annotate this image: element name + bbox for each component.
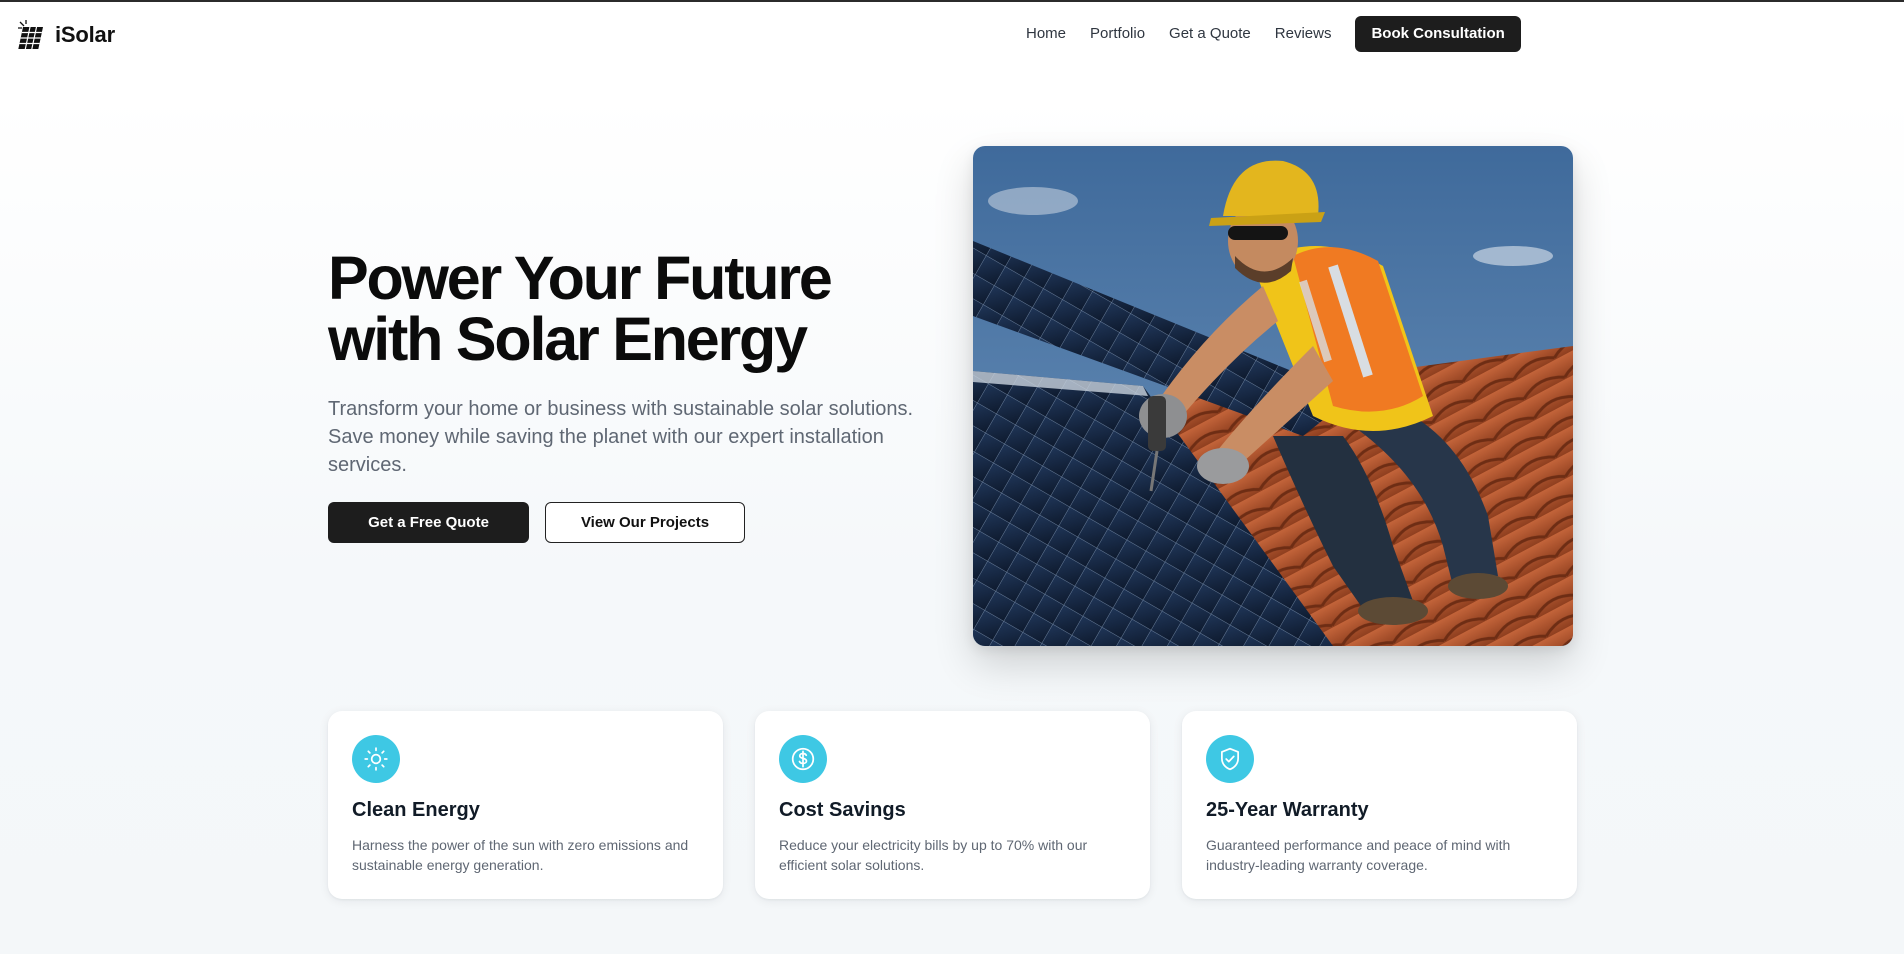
feature-text: Guaranteed performance and peace of mind… <box>1206 837 1511 873</box>
brand[interactable]: iSolar <box>17 19 115 51</box>
dollar-icon <box>779 735 827 783</box>
sun-icon <box>352 735 400 783</box>
main-nav: Home Portfolio Get a Quote Reviews Book … <box>1026 16 1521 52</box>
feature-card-cost-savings: Cost Savings Reduce your electricity bil… <box>755 711 1150 899</box>
hero-title-line2: with Solar Energy <box>328 305 808 373</box>
hero-title: Power Your Future with Solar Energy <box>328 248 948 370</box>
feature-text: Reduce your electricity bills by up to 7… <box>779 837 1088 873</box>
nav-home[interactable]: Home <box>1026 16 1066 52</box>
feature-title: Clean Energy <box>352 799 480 821</box>
get-free-quote-button[interactable]: Get a Free Quote <box>328 502 529 543</box>
view-projects-button[interactable]: View Our Projects <box>545 502 745 543</box>
solar-panel-icon <box>17 19 47 51</box>
feature-title: 25-Year Warranty <box>1206 799 1369 821</box>
book-consultation-button[interactable]: Book Consultation <box>1355 16 1521 52</box>
site-header: iSolar Home Portfolio Get a Quote Review… <box>0 2 1904 66</box>
hero-image <box>973 146 1573 646</box>
hero-title-line1: Power Your Future <box>328 244 833 312</box>
nav-get-a-quote[interactable]: Get a Quote <box>1169 16 1251 52</box>
shield-check-icon <box>1206 735 1254 783</box>
hero-subtitle: Transform your home or business with sus… <box>328 398 914 476</box>
feature-text: Harness the power of the sun with zero e… <box>352 837 689 873</box>
brand-name: iSolar <box>55 22 115 47</box>
nav-portfolio[interactable]: Portfolio <box>1090 16 1145 52</box>
feature-title: Cost Savings <box>779 799 906 821</box>
feature-card-warranty: 25-Year Warranty Guaranteed performance … <box>1182 711 1577 899</box>
nav-reviews[interactable]: Reviews <box>1275 16 1332 52</box>
feature-card-clean-energy: Clean Energy Harness the power of the su… <box>328 711 723 899</box>
